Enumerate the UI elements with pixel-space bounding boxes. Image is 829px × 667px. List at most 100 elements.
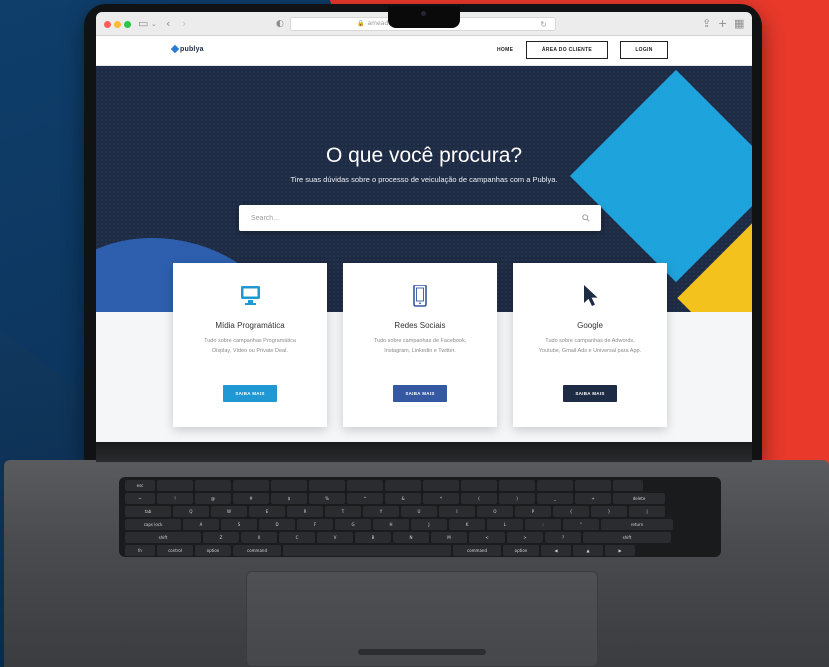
login-button[interactable]: LOGIN [620,41,668,59]
keyboard-key[interactable]: & [385,493,421,504]
shield-icon[interactable]: ◐ [276,17,284,31]
keyboard-key[interactable]: option [195,545,231,556]
keyboard-key[interactable]: A [183,519,219,530]
keyboard-key[interactable]: N [393,532,429,543]
keyboard-key[interactable] [613,480,643,491]
keyboard-key[interactable]: esc [125,480,155,491]
keyboard-key[interactable]: } [591,506,627,517]
keyboard-key[interactable]: " [563,519,599,530]
keyboard-key[interactable]: P [515,506,551,517]
keyboard-key[interactable]: F [297,519,333,530]
keyboard-key[interactable] [385,480,421,491]
keyboard-key[interactable]: C [279,532,315,543]
minimize-window-button[interactable] [114,21,121,28]
keyboard-key[interactable]: % [309,493,345,504]
keyboard-key[interactable]: ) [499,493,535,504]
keyboard-key[interactable]: { [553,506,589,517]
search-icon[interactable] [582,214,590,222]
keyboard-key[interactable]: ( [461,493,497,504]
keyboard-key[interactable]: D [259,519,295,530]
keyboard-key[interactable]: G [335,519,371,530]
keyboard-key[interactable]: M [431,532,467,543]
keyboard-key[interactable]: # [233,493,269,504]
keyboard-key[interactable] [233,480,269,491]
grid-icon[interactable]: ▦ [734,17,744,31]
camera-icon [421,11,426,16]
keyboard-key[interactable]: tab [125,506,171,517]
keyboard-key[interactable]: option [503,545,539,556]
keyboard-key[interactable]: shift [125,532,201,543]
keyboard-key[interactable]: ▶ [605,545,635,556]
chevron-left-icon[interactable]: ‹ [166,17,170,31]
keyboard-key[interactable]: control [157,545,193,556]
keyboard-key[interactable]: E [249,506,285,517]
keyboard-key[interactable]: L [487,519,523,530]
keyboard-key[interactable] [309,480,345,491]
sidebar-icon[interactable]: ▭ [138,17,148,31]
plus-icon[interactable]: + [718,17,727,31]
keyboard-key[interactable]: W [211,506,247,517]
keyboard-key[interactable]: @ [195,493,231,504]
keyboard-key[interactable] [157,480,193,491]
keyboard-key[interactable]: B [355,532,391,543]
keyboard-key[interactable]: J [411,519,447,530]
keyboard-key[interactable]: + [575,493,611,504]
keyboard-key[interactable]: $ [271,493,307,504]
keyboard-key[interactable]: fn [125,545,155,556]
keyboard-key[interactable] [423,480,459,491]
chevron-right-icon[interactable]: › [182,17,186,31]
keyboard-key[interactable]: ▲ [573,545,603,556]
keyboard-key[interactable]: command [453,545,501,556]
keyboard-key[interactable]: | [629,506,665,517]
keyboard-key[interactable]: ◀ [541,545,571,556]
camera-notch [388,6,460,28]
saiba-mais-button[interactable]: SAIBA MAIS [393,385,447,402]
keyboard-key[interactable]: : [525,519,561,530]
keyboard-key[interactable]: return [601,519,673,530]
keyboard-key[interactable]: command [233,545,281,556]
keyboard-key[interactable]: _ [537,493,573,504]
keyboard-key[interactable]: V [317,532,353,543]
keyboard-key[interactable]: Y [363,506,399,517]
keyboard-key[interactable] [347,480,383,491]
keyboard-key[interactable]: X [241,532,277,543]
keyboard-key[interactable] [195,480,231,491]
chevron-down-icon[interactable]: ⌄ [151,17,157,31]
keyboard-key[interactable]: shift [583,532,671,543]
keyboard-key[interactable]: H [373,519,409,530]
reload-icon[interactable]: ↻ [540,19,547,31]
keyboard-key[interactable]: Q [173,506,209,517]
keyboard-key[interactable] [537,480,573,491]
keyboard-key[interactable]: U [401,506,437,517]
keyboard-key[interactable]: < [469,532,505,543]
nav-home-link[interactable]: HOME [497,47,513,53]
publya-logo[interactable]: publya [170,44,204,54]
keyboard-key[interactable]: > [507,532,543,543]
keyboard-key[interactable]: R [287,506,323,517]
keyboard-key[interactable] [271,480,307,491]
keyboard-key[interactable]: caps lock [125,519,181,530]
keyboard-key[interactable]: K [449,519,485,530]
keyboard-key[interactable] [575,480,611,491]
keyboard-key[interactable]: ~ [125,493,155,504]
keyboard-key[interactable]: * [423,493,459,504]
keyboard-key[interactable] [283,545,451,556]
keyboard-key[interactable]: ^ [347,493,383,504]
keyboard-key[interactable]: T [325,506,361,517]
keyboard-key[interactable]: S [221,519,257,530]
keyboard-key[interactable]: ! [157,493,193,504]
keyboard-key[interactable]: O [477,506,513,517]
keyboard-key[interactable]: delete [613,493,665,504]
saiba-mais-button[interactable]: SAIBA MAIS [223,385,277,402]
keyboard-key[interactable]: Z [203,532,239,543]
keyboard-key[interactable]: ? [545,532,581,543]
search-input[interactable] [239,205,569,231]
share-icon[interactable]: ⇪ [702,17,711,31]
close-window-button[interactable] [104,21,111,28]
saiba-mais-button[interactable]: SAIBA MAIS [563,385,617,402]
keyboard-key[interactable] [461,480,497,491]
keyboard-key[interactable]: I [439,506,475,517]
keyboard-key[interactable] [499,480,535,491]
client-area-button[interactable]: ÁREA DO CLIENTE [526,41,608,59]
maximize-window-button[interactable] [124,21,131,28]
